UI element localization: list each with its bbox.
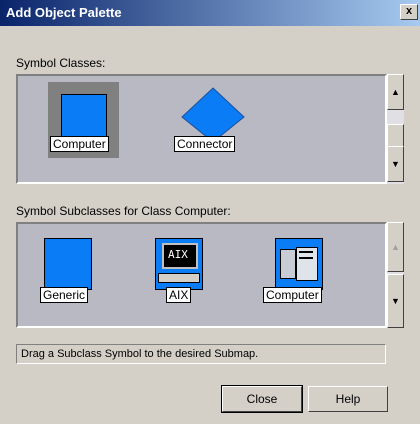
generic-square-icon xyxy=(44,238,92,290)
class-computer[interactable]: Computer xyxy=(48,82,119,158)
scroll-down-button[interactable]: ▼ xyxy=(387,274,404,328)
class-computer-label: Computer xyxy=(50,136,109,152)
status-message: Drag a Subclass Symbol to the desired Su… xyxy=(16,344,386,364)
subclass-computer-label: Computer xyxy=(263,287,322,303)
symbol-subclasses-panel: Generic AIX AIX Computer xyxy=(16,222,387,328)
computer-tower-icon xyxy=(275,238,323,290)
scroll-up-button-disabled[interactable]: ▲ xyxy=(387,222,404,272)
subclass-generic-label: Generic xyxy=(40,287,89,303)
close-window-button[interactable]: x xyxy=(400,4,418,20)
subclass-generic[interactable]: Generic xyxy=(40,234,110,308)
window-title: Add Object Palette xyxy=(6,5,122,20)
class-connector[interactable]: Connector xyxy=(174,86,258,156)
aix-monitor-icon: AIX xyxy=(155,238,203,290)
subclass-aix-label: AIX xyxy=(166,287,192,303)
keyboard-shape xyxy=(158,273,200,283)
scroll-down-button[interactable]: ▼ xyxy=(387,146,404,182)
symbol-classes-label: Symbol Classes: xyxy=(16,56,106,70)
classes-scrollbar[interactable]: ▲ ▼ xyxy=(387,74,404,184)
help-button[interactable]: Help xyxy=(308,386,388,412)
class-connector-label: Connector xyxy=(174,136,236,152)
close-button[interactable]: Close xyxy=(221,385,303,413)
symbol-classes-panel: Computer Connector xyxy=(16,74,387,184)
scroll-up-button[interactable]: ▲ xyxy=(387,74,404,110)
computer-class-icon xyxy=(61,94,107,140)
add-object-palette-window: Add Object Palette x Symbol Classes: Com… xyxy=(0,0,420,424)
subclass-computer[interactable]: Computer xyxy=(263,234,343,308)
subclasses-scrollbar[interactable]: ▲ ▼ xyxy=(387,222,404,328)
symbol-subclasses-label: Symbol Subclasses for Class Computer: xyxy=(16,204,231,218)
aix-screen-text: AIX xyxy=(168,248,188,261)
subclass-aix[interactable]: AIX AIX xyxy=(153,234,213,308)
title-bar[interactable]: Add Object Palette x xyxy=(0,0,420,26)
